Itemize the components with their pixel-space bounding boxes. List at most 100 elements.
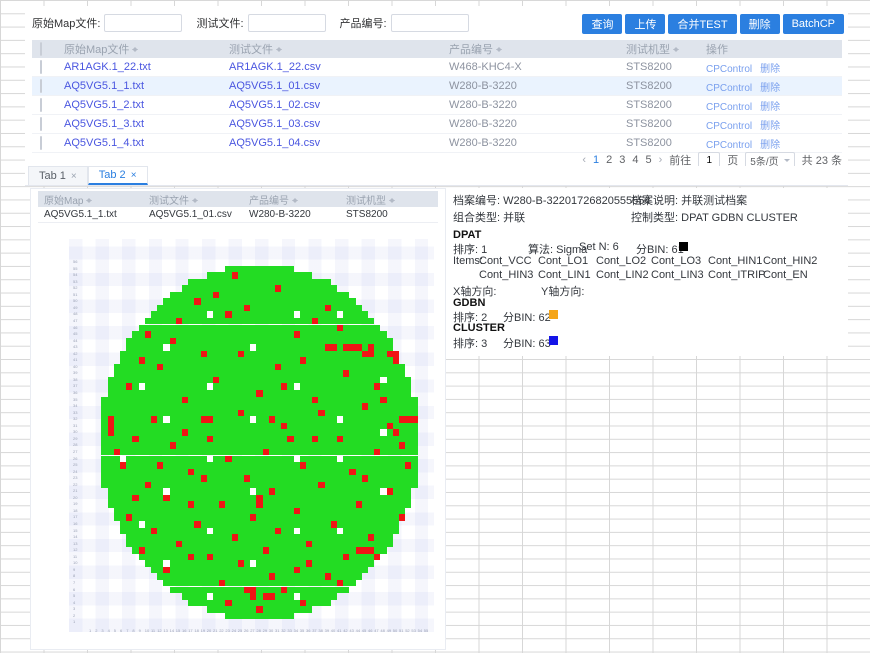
cpcontrol-link[interactable]: CPControl: [706, 83, 752, 94]
table-row[interactable]: AQ5VG5.1_2.txtAQ5VG5.1_02.csvW280-B-3220…: [32, 96, 842, 115]
column-header-3[interactable]: 测试机型: [622, 41, 702, 57]
y-axis-tick: 44: [73, 338, 77, 343]
delete-link[interactable]: 删除: [760, 102, 780, 113]
dpat-item: Cont_VCC: [479, 255, 532, 267]
sort-icon[interactable]: [389, 196, 396, 205]
y-axis-tick: 32: [73, 416, 77, 421]
map-file-input[interactable]: [104, 14, 182, 32]
test-file-link[interactable]: AQ5VG5.1_02.csv: [229, 99, 320, 111]
toolbar-button-3[interactable]: 删除: [740, 14, 780, 34]
delete-link[interactable]: 删除: [760, 140, 780, 151]
row-checkbox[interactable]: [40, 117, 42, 131]
dpat-item: Cont_HIN2: [763, 255, 817, 267]
cpcontrol-link[interactable]: CPControl: [706, 140, 752, 151]
y-axis-tick: 3: [73, 606, 75, 611]
y-axis-tick: 56: [73, 259, 77, 264]
sort-icon[interactable]: [276, 45, 283, 54]
column-header-2[interactable]: 产品编号: [445, 41, 622, 57]
y-axis-tick: 5: [73, 593, 75, 598]
row-checkbox[interactable]: [40, 136, 42, 150]
x-axis-tick: 33: [287, 628, 291, 633]
column-header-1[interactable]: 测试文件: [225, 41, 445, 57]
test-file-input[interactable]: [248, 14, 326, 32]
x-axis-tick: 53: [411, 628, 415, 633]
x-axis-tick: 13: [163, 628, 167, 633]
map-file-link[interactable]: AQ5VG5.1_3.txt: [64, 118, 144, 130]
test-file-link[interactable]: AQ5VG5.1_03.csv: [229, 118, 320, 130]
table-row[interactable]: AQ5VG5.1_4.txtAQ5VG5.1_04.csvW280-B-3220…: [32, 134, 842, 153]
tab-1[interactable]: Tab 1×: [28, 166, 88, 185]
subtable-cell-1: AQ5VG5.1_01.csv: [143, 209, 243, 220]
sort-icon[interactable]: [86, 196, 93, 205]
select-all-checkbox[interactable]: [40, 42, 42, 56]
page-number-5[interactable]: 5: [646, 154, 652, 166]
x-axis-tick: 46: [368, 628, 372, 633]
column-header-0[interactable]: 原始Map文件: [60, 41, 225, 57]
selected-file-table: 原始Map测试文件产品编号测试机型AQ5VG5.1_1.txtAQ5VG5.1_…: [38, 191, 438, 223]
x-axis-tick: 31: [275, 628, 279, 633]
map-file-link[interactable]: AQ5VG5.1_2.txt: [64, 99, 144, 111]
delete-link[interactable]: 删除: [760, 64, 780, 75]
tab-close-icon[interactable]: ×: [71, 171, 77, 182]
test-file-link[interactable]: AQ5VG5.1_01.csv: [229, 80, 320, 92]
table-row[interactable]: AQ5VG5.1_3.txtAQ5VG5.1_03.csvW280-B-3220…: [32, 115, 842, 134]
cell-test-file-link: AQ5VG5.1_02.csv: [225, 99, 445, 111]
sort-icon[interactable]: [192, 196, 199, 205]
toolbar-button-0[interactable]: 查询: [582, 14, 622, 34]
delete-link[interactable]: 删除: [760, 83, 780, 94]
test-file-link[interactable]: AR1AGK.1_22.csv: [229, 61, 321, 73]
y-axis-tick: 26: [73, 456, 77, 461]
x-axis-tick: 32: [281, 628, 285, 633]
x-axis-tick: 42: [343, 628, 347, 633]
cpcontrol-link[interactable]: CPControl: [706, 64, 752, 75]
subtable-column-header-2: 产品编号: [243, 192, 340, 207]
tab-close-icon[interactable]: ×: [131, 170, 137, 181]
cpcontrol-link[interactable]: CPControl: [706, 102, 752, 113]
ops-cell: CPControl 删除: [702, 60, 840, 75]
dpat-item: Cont_LO2: [596, 255, 646, 267]
y-axis-tick: 1: [73, 619, 75, 624]
test-file-link[interactable]: AQ5VG5.1_04.csv: [229, 137, 320, 149]
page-number-2[interactable]: 2: [606, 154, 612, 166]
cell-test-file-link: AQ5VG5.1_01.csv: [225, 80, 445, 92]
column-header-4[interactable]: 操作: [702, 41, 840, 57]
page-number-3[interactable]: 3: [619, 154, 625, 166]
sort-icon[interactable]: [496, 45, 503, 54]
map-file-link[interactable]: AQ5VG5.1_4.txt: [64, 137, 144, 149]
sort-icon[interactable]: [292, 196, 299, 205]
subtable-column-header-1: 测试文件: [143, 192, 243, 207]
toolbar-button-4[interactable]: BatchCP: [783, 14, 844, 34]
wafer-die: [411, 416, 417, 423]
y-axis-tick: 38: [73, 377, 77, 382]
next-page-button[interactable]: ›: [659, 154, 663, 166]
page-number-1[interactable]: 1: [593, 154, 599, 166]
x-axis-tick: 48: [380, 628, 384, 633]
y-axis-tick: 54: [73, 272, 77, 277]
machine-type: STS8200: [626, 99, 672, 111]
y-axis-tick: 4: [73, 600, 75, 605]
y-axis-tick: 17: [73, 514, 77, 519]
file-table-panel: 原始Map文件:测试文件:产品编号: 查询上传合并TEST删除BatchCP 原…: [25, 6, 848, 166]
delete-link[interactable]: 删除: [760, 121, 780, 132]
map-file-link[interactable]: AQ5VG5.1_1.txt: [64, 80, 144, 92]
sort-icon[interactable]: [132, 45, 139, 54]
table-row[interactable]: AQ5VG5.1_1.txtAQ5VG5.1_01.csvW280-B-3220…: [32, 77, 842, 96]
y-axis-tick: 21: [73, 488, 77, 493]
product-no-input[interactable]: [391, 14, 469, 32]
tab-2[interactable]: Tab 2×: [88, 166, 148, 185]
x-axis-tick: 45: [362, 628, 366, 633]
y-axis-tick: 41: [73, 357, 77, 362]
row-checkbox[interactable]: [40, 79, 42, 93]
row-checkbox[interactable]: [40, 60, 42, 74]
table-row[interactable]: AR1AGK.1_22.txtAR1AGK.1_22.csvW468-KHC4-…: [32, 58, 842, 77]
cpcontrol-link[interactable]: CPControl: [706, 121, 752, 132]
toolbar-button-2[interactable]: 合并TEST: [668, 14, 736, 34]
page-number-4[interactable]: 4: [632, 154, 638, 166]
toolbar-button-1[interactable]: 上传: [625, 14, 665, 34]
x-axis-tick: 14: [170, 628, 174, 633]
row-checkbox[interactable]: [40, 98, 42, 112]
map-file-link[interactable]: AR1AGK.1_22.txt: [64, 61, 151, 73]
sort-icon[interactable]: [673, 45, 680, 54]
prev-page-button[interactable]: ‹: [582, 154, 586, 166]
subtable-data-row[interactable]: AQ5VG5.1_1.txtAQ5VG5.1_01.csvW280-B-3220…: [38, 207, 438, 223]
